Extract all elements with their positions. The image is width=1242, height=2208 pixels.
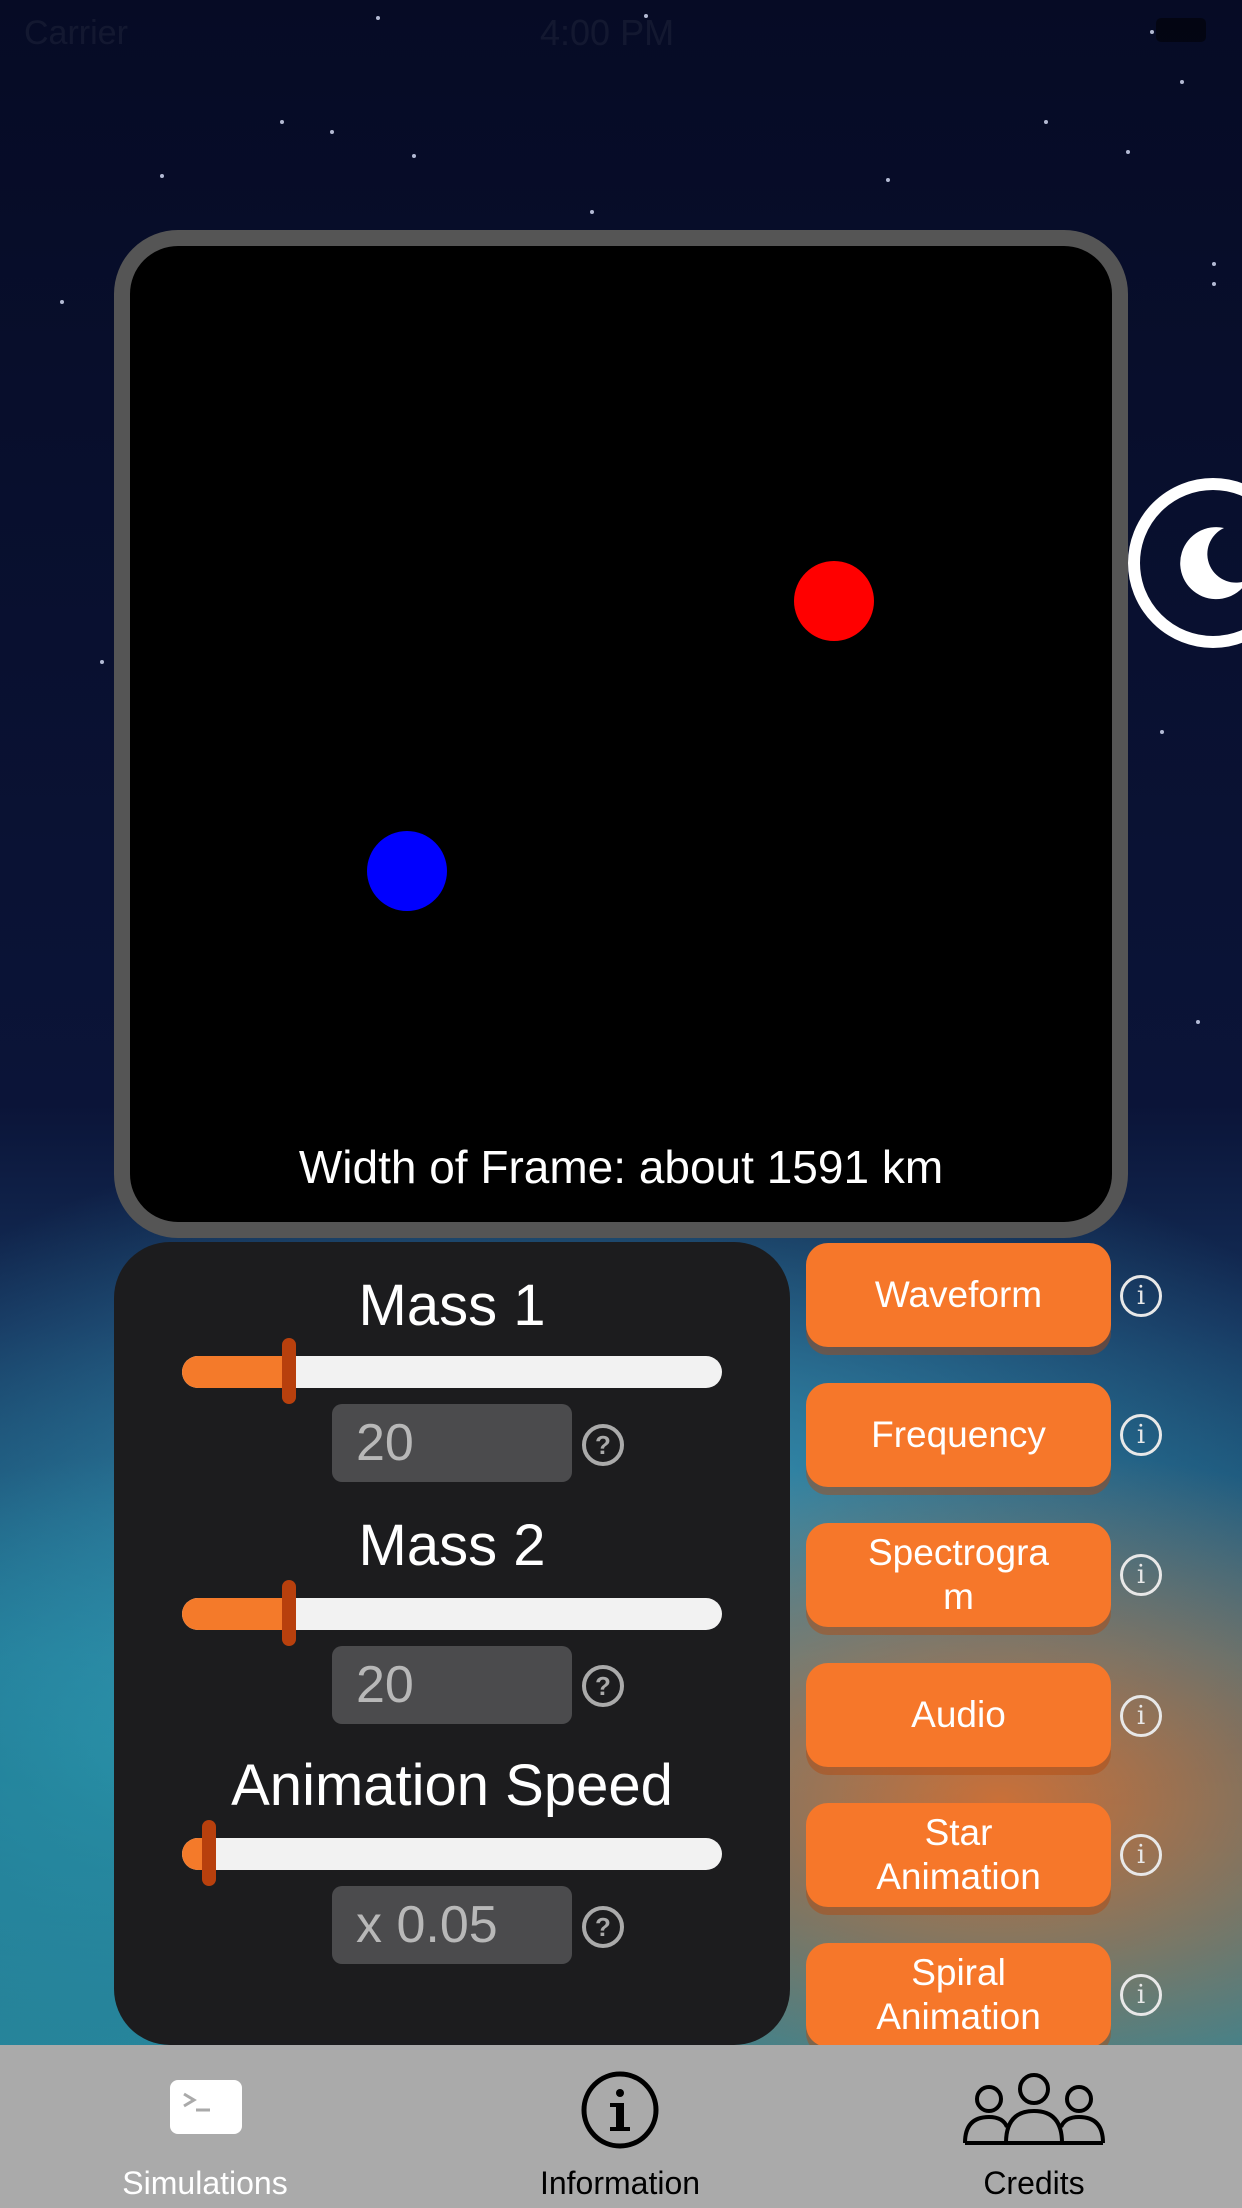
speed-help-icon[interactable]: ? [582,1906,624,1948]
audio-button[interactable]: Audio [806,1663,1111,1767]
mass1-help-icon[interactable]: ? [582,1424,624,1466]
mass2-slider-fill [182,1598,290,1630]
mass1-slider-fill [182,1356,290,1388]
tab-information[interactable]: Information [455,2045,785,2208]
tab-simulations[interactable]: Simulations [40,2045,370,2208]
star-animation-button[interactable]: Star Animation [806,1803,1111,1907]
spectrogram-info-icon[interactable]: i [1120,1554,1162,1596]
black-hole-2 [367,831,447,911]
mass2-slider[interactable] [182,1580,722,1646]
speed-value-field[interactable]: x 0.05 [332,1886,572,1964]
waveform-info-icon[interactable]: i [1120,1275,1162,1317]
clock: 4:00 PM [540,12,675,53]
frequency-button[interactable]: Frequency [806,1383,1111,1487]
mass2-help-icon[interactable]: ? [582,1665,624,1707]
frequency-info-icon[interactable]: i [1120,1414,1162,1456]
battery-icon [1156,18,1206,42]
audio-info-icon[interactable]: i [1120,1695,1162,1737]
tab-bar: Simulations Information Credits [0,2045,1242,2208]
moon-icon [1180,527,1242,600]
black-hole-1 [794,561,874,641]
tab-simulations-label: Simulations [122,2165,288,2201]
spiral-animation-info-icon[interactable]: i [1120,1974,1162,2016]
spectrogram-button[interactable]: Spectrogra m [806,1523,1111,1627]
frame-width-caption: Width of Frame: about 1591 km [298,1141,944,1193]
speed-slider[interactable] [182,1820,722,1886]
info-circle-icon [581,2071,659,2149]
waveform-button[interactable]: Waveform [806,1243,1111,1347]
speed-slider-thumb[interactable] [202,1820,216,1886]
mass1-slider[interactable] [182,1338,722,1404]
people-icon [963,2073,1105,2145]
tab-information-label: Information [539,2165,701,2201]
status-bar: Carrier 4:00 PM [0,0,1242,60]
terminal-icon [170,2080,242,2134]
star-animation-info-icon[interactable]: i [1120,1834,1162,1876]
mass2-label: Mass 2 [358,1513,546,1578]
mass1-slider-thumb[interactable] [282,1338,296,1404]
carrier-label: Carrier [24,14,128,52]
mass2-value-field[interactable]: 20 [332,1646,572,1724]
tab-credits[interactable]: Credits [869,2045,1199,2208]
mass2-slider-thumb[interactable] [282,1580,296,1646]
simulation-frame [114,230,1128,1238]
mass1-value-field[interactable]: 20 [332,1404,572,1482]
speed-label: Animation Speed [231,1753,673,1818]
mass1-label: Mass 1 [358,1273,546,1338]
tab-credits-label: Credits [983,2165,1085,2201]
spiral-animation-button[interactable]: Spiral Animation [806,1943,1111,2047]
